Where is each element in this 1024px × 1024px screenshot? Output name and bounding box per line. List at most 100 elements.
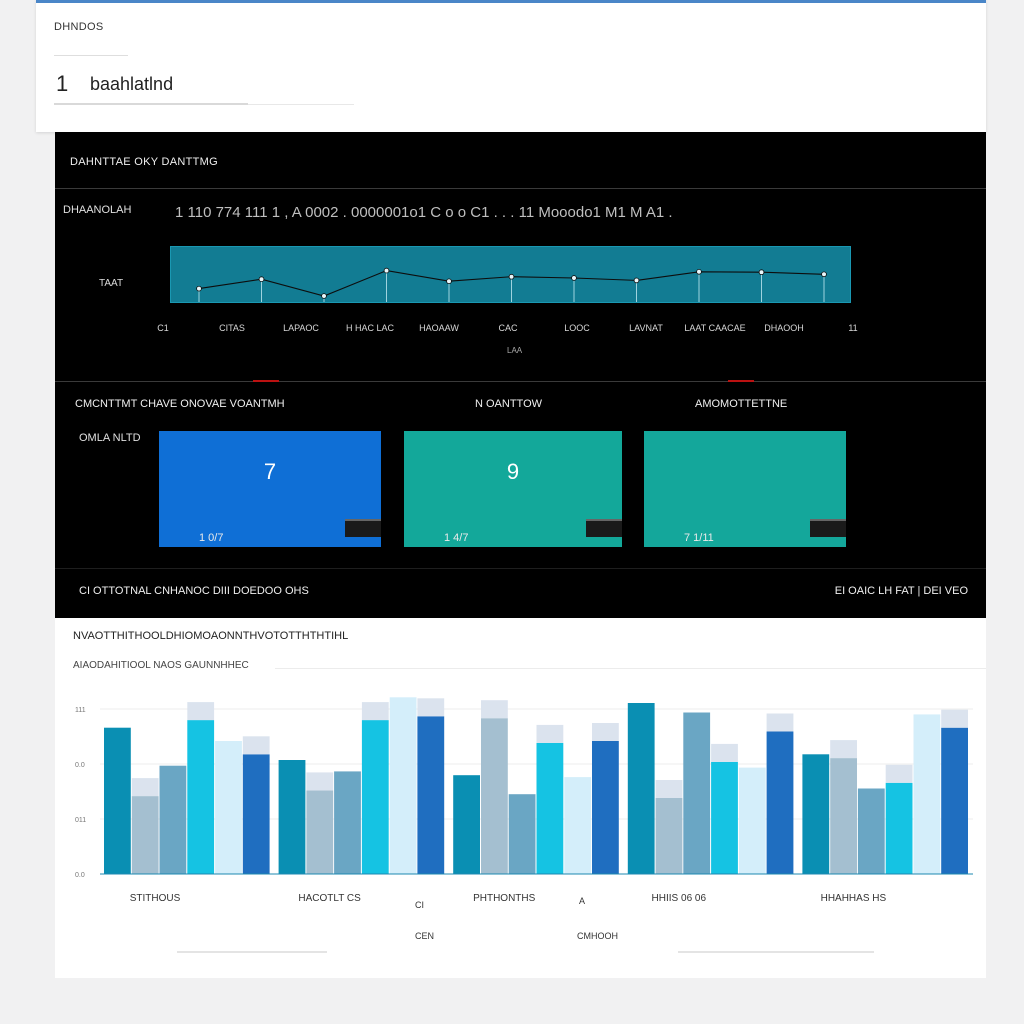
bar-category-label: STITHOUS [129,893,181,904]
bar-cap [187,702,215,721]
bar[interactable] [508,794,536,874]
trend-x-tick: HAOAAW [419,323,459,333]
trend-point[interactable] [508,273,515,280]
divider [55,381,986,382]
trend-point[interactable] [446,278,452,285]
chart-note: CI [415,900,424,910]
bar[interactable] [187,720,215,874]
bar[interactable] [913,714,941,874]
divider [678,951,874,953]
page-title[interactable]: baahlatlnd [90,74,173,95]
bar[interactable] [389,697,417,874]
bar[interactable] [683,712,711,875]
bar[interactable] [453,775,480,874]
divider [177,951,327,953]
trend-x-ticks: C1 CITAS LAPAOC H HAC LAC HAOAAW CAC LOOC LAVNA… [55,323,986,337]
bar-cap [417,698,445,717]
bar[interactable] [242,754,270,874]
bar-cap [481,700,508,719]
kpi-header-right: AMOMOTTETTNE [695,398,788,410]
bar[interactable] [885,782,913,874]
trend-panel-header: DAHNTTAE OKY DANTTMG [70,156,218,168]
bar-y-tick: 0.0 [75,872,85,879]
trend-x-tick: LOOC [564,323,590,333]
trend-point[interactable] [696,269,702,275]
kpi-mini-bar [345,519,381,537]
bar[interactable] [159,765,187,874]
bar-cap [536,724,564,743]
bar[interactable] [857,788,885,875]
kpi-header-mid: N OANTTOW [475,398,543,410]
kpi-card[interactable]: 7 1/11 [644,431,846,547]
bar-category-label: PHTHONTHS [473,893,536,904]
bar-category-label: HHIIS 06 06 [651,893,707,904]
bar[interactable] [536,742,564,874]
trend-point[interactable] [571,275,577,281]
trend-x-tick: DHAOOH [764,323,804,333]
kpi-card[interactable]: 9 1 4/7 [404,431,622,547]
bar-y-tick: 011 [75,817,86,824]
kpi-row-label: OMLA NLTD [79,432,141,444]
bar-cap [830,740,857,759]
bar[interactable] [941,727,968,874]
bar[interactable] [334,771,361,874]
section-label: DHNDOS [54,21,104,33]
bar-cap [766,713,794,732]
bar[interactable] [104,727,131,874]
trend-row-label: DHAANOLAH [63,204,132,216]
bar-cap [655,780,683,798]
trend-point[interactable] [633,277,640,284]
bar[interactable] [830,758,857,874]
trend-x-tick: 11 [848,323,858,333]
trend-line-chart[interactable] [170,246,851,303]
trend-point[interactable] [821,271,827,278]
trend-x-tick: LAVNAT [629,323,663,333]
trend-point[interactable] [258,276,265,282]
footer-left-text: CI OTTOTNAL CNHANOC DIII DOEDOO OHS [79,585,309,597]
kpi-header-left: CMCNTTMT CHAVE ONOVAE VOANTMH [75,398,285,410]
trend-y-unit: TAAT [99,278,124,289]
bar[interactable] [766,731,794,875]
trend-point[interactable] [196,285,202,292]
bar[interactable] [361,720,389,874]
bar[interactable] [131,796,159,874]
bar[interactable] [802,754,830,874]
trend-point[interactable] [758,269,765,276]
bar-cap [592,723,619,741]
step-number: 1 [56,71,69,96]
bar-cap [885,764,913,783]
bar-y-tick: 0.0 [75,762,85,769]
divider [55,188,986,189]
trend-point[interactable] [321,293,327,299]
kpi-mini-bar [586,519,622,537]
bar[interactable] [215,741,242,874]
bar-chart-svg: 111 0.0 011 0.0 [75,697,973,879]
bar[interactable] [306,790,334,874]
bar-cap [711,743,738,762]
kpi-card[interactable]: 7 1 0/7 [159,431,381,547]
bar[interactable] [738,767,766,874]
bar-cap [941,709,968,728]
bar[interactable] [481,718,508,874]
bar[interactable] [417,716,445,874]
kpi-caption: 7 1/11 [684,532,714,544]
bar[interactable] [627,703,655,874]
bar[interactable] [655,798,683,874]
trend-x-tick: LAAT CAACAE [684,323,746,333]
dark-metrics-panel: DAHNTTAE OKY DANTTMG DHAANOLAH 1 110 774… [55,132,986,618]
active-indicator [253,380,279,382]
trend-point[interactable] [383,267,390,274]
bar[interactable] [564,777,592,874]
kpi-caption: 1 0/7 [199,532,224,544]
bar[interactable] [711,761,738,874]
bar-cap [361,702,389,721]
bar[interactable] [592,741,619,874]
trend-line-svg [196,267,827,302]
divider [55,568,986,569]
trend-summary-text: 1 110 774 111 1 , A 0002 . 0000001o1 C o… [175,204,673,221]
active-indicator [728,380,754,382]
kpi-mini-bar [810,519,846,537]
bar[interactable] [278,760,306,874]
bar-y-tick: 111 [75,707,86,714]
footer-right-text[interactable]: EI OAIC LH FAT | DEI VEO [835,585,968,597]
